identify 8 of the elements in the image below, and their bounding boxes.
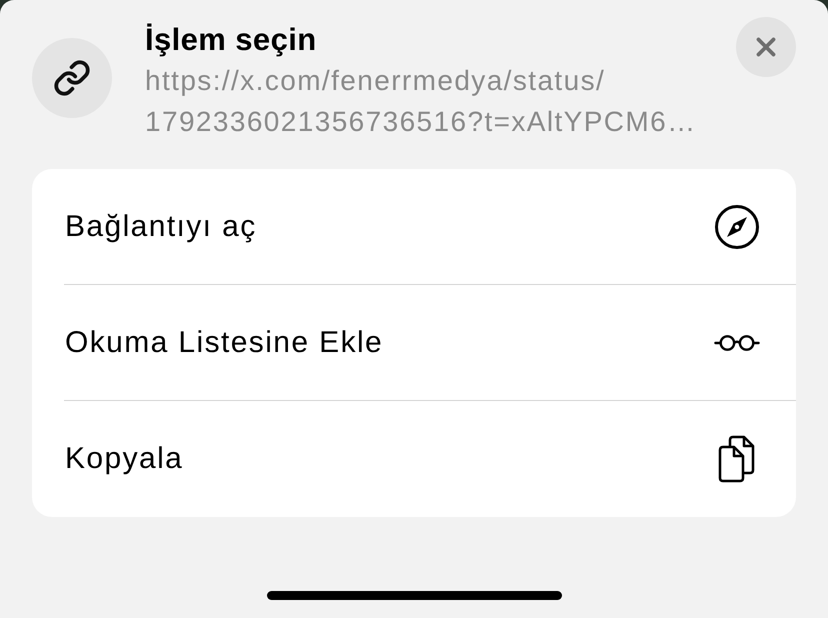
sheet-title: İşlem seçin: [145, 22, 318, 58]
menu-item[interactable]: Bağlantıyı aç: [32, 169, 796, 285]
glasses-icon: [714, 334, 760, 352]
link-url: https://x.com/fenerrmedya/status/ 1792336021356736516?t=xAltYPCM6…: [145, 64, 698, 139]
copy-icon: [718, 435, 756, 483]
menu-item[interactable]: Kopyala: [32, 401, 796, 517]
menu-item[interactable]: Okuma Listesine Ekle: [32, 285, 796, 401]
compass-icon: [715, 205, 759, 249]
